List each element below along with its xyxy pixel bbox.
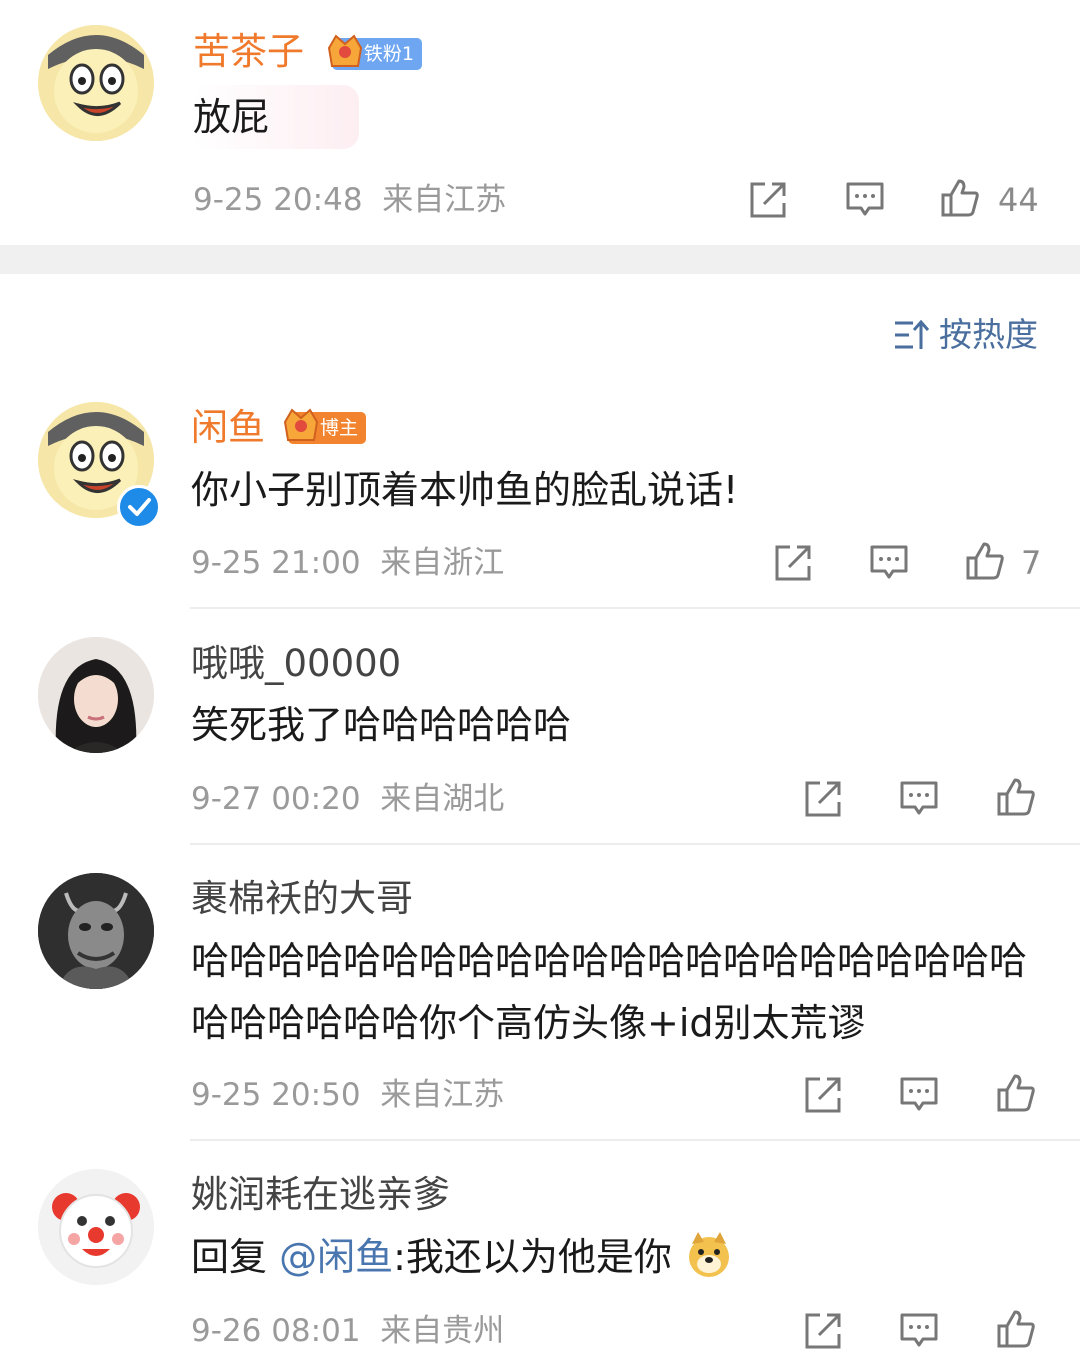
comment-text: 笑死我了哈哈哈哈哈哈 [191,703,572,747]
timestamp: 9-25 21:00 [191,545,361,581]
share-icon[interactable] [748,180,788,220]
like-count: 7 [1021,544,1042,582]
mention-link[interactable]: @闲鱼 [279,1235,393,1279]
thumbs-up-icon[interactable] [996,1073,1036,1113]
comment-meta: 9-25 21:00 来自浙江 [191,543,504,583]
location: 来自江苏 [382,182,507,218]
avatar[interactable] [38,1169,154,1285]
comment-text: 回复 @闲鱼:我还以为他是你 [191,1226,734,1288]
comment-body: 放屁 [193,85,360,149]
username[interactable]: 裹棉袄的大哥 [191,877,413,921]
section-separator [0,245,1080,274]
username[interactable]: 苦茶子 [193,30,304,74]
location: 来自江苏 [380,1077,505,1113]
share-icon[interactable] [803,779,843,819]
comment-body: :我还以为他是你 [393,1235,672,1279]
badge-label: 博主 [319,417,358,439]
comment-icon[interactable] [899,1311,939,1351]
location: 来自贵州 [380,1313,505,1349]
comment-icon[interactable] [845,180,885,220]
comment-text: 哈哈哈哈哈哈哈哈哈哈哈哈哈哈哈哈哈哈哈哈哈哈哈哈哈哈哈哈你个高仿头像+id别太荒… [191,939,1028,1045]
share-icon[interactable] [773,543,813,583]
portrait-avatar-icon [38,637,154,753]
avatar[interactable] [38,873,154,989]
username[interactable]: 姚润耗在逃亲爹 [191,1173,450,1217]
comment-icon[interactable] [899,779,939,819]
share-icon[interactable] [803,1075,843,1115]
crown-icon [283,408,319,441]
comment-meta: 9-25 20:48 来自江苏 [193,180,506,220]
comment-divider [190,843,1080,845]
comment-meta: 9-26 08:01 来自贵州 [191,1311,504,1351]
fan-badge: 铁粉1 [327,34,422,70]
comment-text: 你小子别顶着本帅鱼的脸乱说话! [191,468,739,512]
badge-label: 铁粉1 [363,43,414,65]
sort-icon [895,319,929,349]
sort-label: 按热度 [939,315,1038,354]
thumbs-up-icon[interactable] [965,541,1005,581]
thumbs-up-icon[interactable] [996,1309,1036,1349]
blogger-badge: 博主 [283,408,366,444]
reply-prefix: 回复 [191,1235,268,1279]
comment-meta: 9-25 20:50 来自江苏 [191,1075,504,1115]
verified-icon [117,485,161,529]
avatar[interactable] [38,637,154,753]
share-icon[interactable] [803,1311,843,1351]
comment-meta: 9-27 00:20 来自湖北 [191,779,504,819]
comment-text: 放屁 [193,85,360,149]
timestamp: 9-27 00:20 [191,781,361,817]
comment-divider [190,1139,1080,1141]
timestamp: 9-26 08:01 [191,1313,361,1349]
thumbs-up-icon[interactable] [996,777,1036,817]
username[interactable]: 闲鱼 [191,406,265,450]
crown-icon [327,34,363,67]
timestamp: 9-25 20:48 [193,182,363,218]
location: 来自浙江 [380,545,505,581]
comment-divider [190,607,1080,609]
sort-toggle[interactable]: 按热度 [893,313,1038,357]
clown-avatar-icon [38,1169,154,1285]
comment-icon[interactable] [899,1075,939,1115]
cartoon-face-avatar-icon [38,25,154,141]
location: 来自湖北 [380,781,505,817]
doge-emoji-icon [689,1232,730,1277]
demon-avatar-icon [38,873,154,989]
timestamp: 9-25 20:50 [191,1077,361,1113]
username[interactable]: 哦哦_00000 [191,642,401,686]
like-count: 44 [998,181,1039,219]
thumbs-up-icon[interactable] [940,178,980,218]
comment-icon[interactable] [869,543,909,583]
avatar[interactable] [38,25,154,141]
